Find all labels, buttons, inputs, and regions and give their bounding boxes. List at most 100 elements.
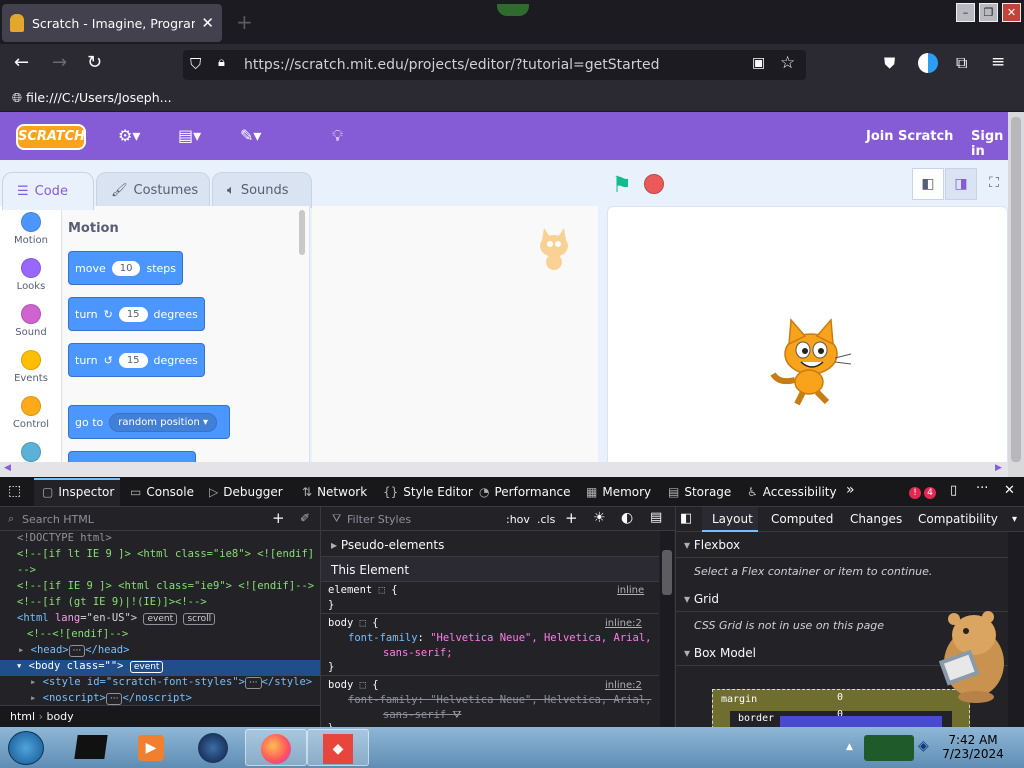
extensions-icon[interactable]: ⧉ [956,53,967,73]
picture-in-picture-icon[interactable]: ▣ [752,55,765,71]
tray-expand-icon[interactable]: ▲ [846,742,853,752]
scroll-badge[interactable]: scroll [183,613,216,625]
minimize-icon[interactable]: – [956,3,975,22]
expand-arrow-icon[interactable]: ▸ [30,692,43,704]
eyedropper-icon[interactable]: ✐ [300,511,310,525]
tab-code[interactable]: ☰ Code [2,172,94,210]
toggle-sidebar-icon[interactable]: ◧ [680,511,692,526]
search-html-input[interactable]: Search HTML [22,513,94,526]
network-tray-icon[interactable]: ◈ [918,738,929,754]
taskbar-firefox[interactable] [245,729,307,766]
tab-accessibility[interactable]: ♿︎ Accessibility [747,485,837,499]
tab-memory[interactable]: ▦ Memory [586,485,651,499]
url-text[interactable]: https://scratch.mit.edu/projects/editor/… [244,57,659,73]
turn-left-block[interactable]: turn ↺ 15 degrees [68,343,205,377]
category-control[interactable]: Control [0,396,62,430]
category-looks[interactable]: Looks [0,258,62,292]
join-scratch-link[interactable]: Join Scratch [866,129,953,144]
tray-icons[interactable] [864,735,914,761]
tab-console[interactable]: ▭ Console [130,485,194,499]
block-input[interactable]: 15 [118,306,148,322]
green-flag-icon[interactable]: ⚑ [612,173,632,198]
html-node-body-selected[interactable]: ▾ <body class=""> event [0,660,320,676]
tab-performance[interactable]: ◔ Performance [479,485,571,499]
file-menu-icon[interactable]: ▤▾ [178,126,201,145]
hov-button[interactable]: :hov [506,513,530,526]
go-to-block[interactable]: go to random position ▾ [68,405,231,439]
menu-icon[interactable]: ≡ [991,52,1005,72]
expand-arrow-icon[interactable]: ▸ [30,676,43,688]
taskbar-browser-globe[interactable] [182,729,244,766]
html-line[interactable]: <!--[if (gt IE 9)|!(IE)]><!--> [0,596,320,612]
turn-right-block[interactable]: turn ↻ 15 degrees [68,297,205,331]
event-badge[interactable]: event [143,613,178,625]
lock-icon[interactable]: 🔒︎ [218,55,225,70]
collapse-arrow-icon[interactable]: ▾ [16,660,29,672]
taskbar-media-player[interactable]: ▶ [120,729,182,766]
rule-selector[interactable]: body ⬚ { [328,679,379,691]
bookmark-item[interactable]: 🌐︎ file:///C:/Users/Joseph... [12,90,172,106]
html-node[interactable]: <html lang="en-US"> event scroll [0,612,320,628]
layout-scrollbar[interactable] [1008,532,1024,727]
close-window-icon[interactable]: ✕ [1002,3,1021,22]
block-input[interactable]: 15 [118,352,148,368]
tab-storage[interactable]: ▤ Storage [668,485,731,499]
dark-theme-icon[interactable]: ◐ [621,510,633,526]
large-stage-icon[interactable]: ◨ [945,168,977,200]
add-node-icon[interactable]: + [272,509,285,527]
html-node-noscript[interactable]: ▸ <noscript> ··· </noscript> [0,692,320,705]
tutorials-lightbulb-icon[interactable]: 💡︎ [332,126,343,146]
category-sensing[interactable] [0,442,62,462]
filter-styles-input[interactable]: Filter Styles [347,513,411,526]
tab-changes[interactable]: Changes [850,512,902,526]
overridden-declaration[interactable]: font-family: "Helvetica Neue", Helvetica… [348,694,651,706]
breadcrumb-item[interactable]: html [10,710,35,723]
go-to-dropdown[interactable]: random position ▾ [109,412,218,432]
glide-block[interactable] [68,451,196,462]
light-theme-icon[interactable]: ☀ [593,510,606,526]
scratch-logo[interactable]: SCRATCH [16,124,86,150]
expand-arrow-icon[interactable]: ▸ [18,644,31,656]
html-node-style[interactable]: ▸ <style id="scratch-font-styles"> ··· </s… [0,676,320,692]
forward-icon[interactable]: → [52,52,67,73]
dock-icon[interactable]: ▯ [950,483,957,498]
reload-icon[interactable]: ↻ [87,52,102,73]
start-button[interactable] [8,731,44,765]
move-steps-block[interactable]: move 10 steps [68,251,183,285]
element-picker-icon[interactable]: ⬚ [8,483,21,499]
page-scroll-thumb[interactable] [1011,117,1021,462]
overflow-menu-icon[interactable]: ··· [976,481,988,496]
shield-icon[interactable]: ⛉ [190,55,201,73]
category-events[interactable]: Events [0,350,62,384]
rule-selector[interactable]: body ⬚ { [328,617,379,629]
bookmark-star-icon[interactable]: ☆ [780,53,795,73]
small-stage-icon[interactable]: ◧ [912,168,944,200]
html-line[interactable]: <!--<![endif]--> [0,628,320,644]
print-media-icon[interactable]: ▤ [650,510,662,525]
rule-source[interactable]: inline [617,585,644,596]
html-line[interactable]: <!--[if lt IE 9 ]> <html class="ie8"> <!… [0,548,320,564]
event-badge[interactable]: event [129,661,164,673]
pocket-icon[interactable]: ⛊ [884,54,895,72]
browser-tab[interactable]: Scratch - Imagine, Program, Sh ✕ [2,4,222,42]
fullscreen-icon[interactable]: ⛶ [978,168,1008,200]
close-tab-icon[interactable]: ✕ [201,14,214,32]
html-line[interactable]: --> [0,564,320,580]
rules-scroll-thumb[interactable] [662,550,672,595]
pseudo-elements-section[interactable]: ▸ Pseudo-elements [321,532,659,557]
scratch-cat-sprite[interactable] [765,314,857,406]
html-line[interactable]: <!--[if IE 9 ]> <html class="ie9"> <![en… [0,580,320,596]
rule-source[interactable]: inline:2 [605,680,642,691]
rule-source[interactable]: inline:2 [605,618,642,629]
rule-selector[interactable]: element ⬚ { [328,584,398,596]
back-icon[interactable]: ← [14,52,29,73]
cls-button[interactable]: .cls [537,513,555,526]
page-horizontal-scrollbar[interactable]: ◀ ▶ [0,462,1008,477]
block-input[interactable]: 10 [111,260,141,276]
filter-icon[interactable]: ⛛ [453,709,462,721]
tab-compatibility[interactable]: Compatibility [918,512,998,526]
taskbar-app-1[interactable] [60,729,122,766]
tab-sounds[interactable]: 🔈︎ Sounds [212,172,312,208]
settings-gear-icon[interactable]: ⚙▾ [118,126,140,145]
add-rule-icon[interactable]: + [565,509,578,527]
